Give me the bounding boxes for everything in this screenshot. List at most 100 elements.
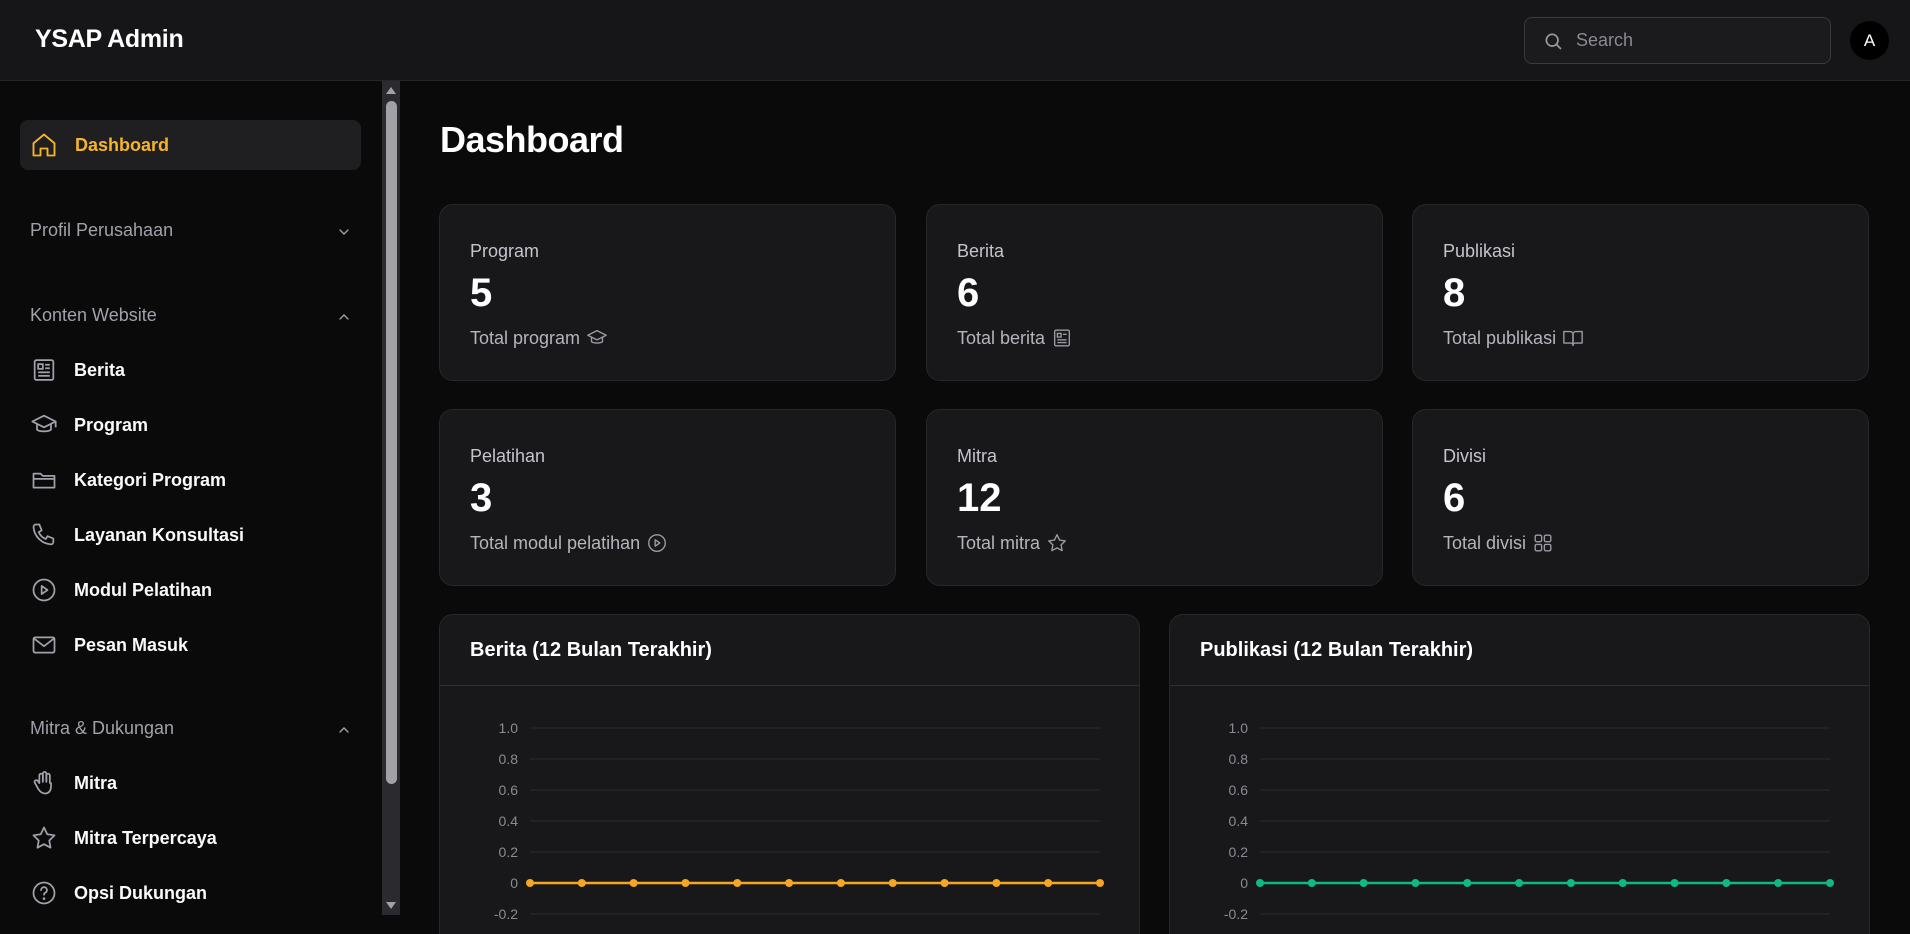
data-point[interactable]: [888, 879, 897, 887]
y-tick-label: 0.4: [1229, 813, 1249, 829]
sidebar-item-program[interactable]: Program: [30, 407, 350, 443]
data-point[interactable]: [1515, 879, 1524, 887]
chart-header: Berita (12 Bulan Terakhir): [440, 615, 1139, 686]
data-point[interactable]: [1256, 879, 1264, 887]
star-icon: [32, 826, 56, 849]
card-value: 12: [957, 476, 1002, 520]
sidebar-item-label: Berita: [74, 360, 126, 380]
sidebar-item-label: Mitra Terpercaya: [74, 828, 217, 848]
card-value: 6: [1443, 476, 1466, 520]
folder-icon: [32, 472, 56, 489]
phone-icon: [32, 523, 55, 546]
data-point[interactable]: [1774, 879, 1783, 887]
sidebar-item-pesan-masuk[interactable]: Pesan Masuk: [30, 627, 350, 663]
data-point[interactable]: [1566, 879, 1575, 887]
data-point[interactable]: [733, 879, 742, 887]
data-point[interactable]: [785, 879, 794, 887]
sidebar-item-label: Layanan Konsultasi: [74, 525, 245, 545]
data-point[interactable]: [629, 879, 638, 887]
data-point[interactable]: [681, 879, 690, 887]
mail-icon: [32, 636, 56, 654]
chart-title: Publikasi (12 Bulan Terakhir): [1200, 639, 1474, 661]
help-circle-icon: [32, 881, 56, 905]
publikasi-line-chart: 1.0 0.8 0.6 0.4 0.2 0 -0.2: [1224, 720, 1834, 922]
star-icon: [1048, 534, 1066, 552]
sidebar-group-mitra-dukungan[interactable]: Mitra & Dukungan: [30, 716, 350, 744]
sidebar-item-modul-pelatihan[interactable]: Modul Pelatihan: [30, 572, 350, 608]
data-point[interactable]: [992, 879, 1001, 887]
stat-card-berita: Berita 6 Total berita: [926, 204, 1383, 381]
data-point[interactable]: [1096, 879, 1104, 887]
chevron-up-icon: [339, 727, 349, 733]
sidebar-item-layanan-konsultasi[interactable]: Layanan Konsultasi: [30, 517, 350, 553]
data-point[interactable]: [526, 879, 534, 887]
card-subtitle: Total mitra: [957, 532, 1068, 554]
card-value: 3: [470, 476, 493, 520]
sidebar-scrollbar[interactable]: [382, 81, 400, 915]
stat-card-program: Program 5 Total program: [439, 204, 896, 381]
data-point[interactable]: [940, 879, 949, 887]
card-subtitle-text: Total divisi: [1443, 532, 1527, 553]
sidebar-group-profil-perusahaan[interactable]: Profil Perusahaan: [30, 218, 350, 246]
data-point[interactable]: [1463, 879, 1472, 887]
y-tick-label: 1.0: [1229, 720, 1249, 736]
search-box[interactable]: [1524, 17, 1831, 64]
data-point[interactable]: [836, 879, 845, 887]
card-subtitle-text: Total program: [470, 327, 581, 348]
avatar[interactable]: A: [1850, 21, 1889, 60]
data-point[interactable]: [1722, 879, 1731, 887]
scroll-down-arrow[interactable]: [386, 902, 396, 909]
card-subtitle: Total divisi: [1443, 532, 1554, 554]
sidebar-group-label: Profil Perusahaan: [30, 220, 174, 240]
data-point[interactable]: [1618, 879, 1627, 887]
sidebar-item-label: Kategori Program: [74, 470, 227, 490]
sidebar-item-kategori-program[interactable]: Kategori Program: [30, 462, 350, 498]
card-subtitle-text: Total berita: [957, 327, 1046, 348]
sidebar-item-dashboard[interactable]: Dashboard: [20, 120, 361, 170]
stat-card-divisi: Divisi 6 Total divisi: [1412, 409, 1869, 586]
newspaper-icon: [33, 359, 55, 381]
play-circle-icon: [32, 578, 56, 602]
sidebar-item-mitra-terpercaya[interactable]: Mitra Terpercaya: [30, 820, 350, 856]
sidebar-item-mitra[interactable]: Mitra: [30, 765, 350, 801]
sidebar-item-label: Modul Pelatihan: [74, 580, 213, 600]
stat-card-pelatihan: Pelatihan 3 Total modul pelatihan: [439, 409, 896, 586]
sidebar-item-label: Program: [74, 415, 149, 435]
sidebar-item-label: Dashboard: [75, 135, 170, 155]
card-value: 6: [957, 271, 980, 315]
data-point[interactable]: [1826, 879, 1834, 887]
sidebar-group-label: Konten Website: [30, 305, 157, 325]
sidebar-item-berita[interactable]: Berita: [30, 352, 350, 388]
data-point[interactable]: [577, 879, 586, 887]
scrollbar-thumb[interactable]: [386, 101, 397, 784]
y-tick-label: 0.8: [1229, 751, 1249, 767]
book-open-icon: [1563, 330, 1583, 347]
graduation-cap-icon: [31, 414, 57, 433]
data-point[interactable]: [1307, 879, 1316, 887]
sidebar-item-label: Opsi Dukungan: [74, 883, 208, 903]
card-title: Mitra: [957, 446, 997, 466]
card-value: 8: [1443, 271, 1466, 315]
grid-icon: [1534, 534, 1552, 552]
card-title: Publikasi: [1443, 241, 1516, 261]
card-value: 5: [470, 271, 493, 315]
sidebar-item-opsi-dukungan[interactable]: Opsi Dukungan: [30, 875, 350, 911]
scroll-up-arrow[interactable]: [386, 87, 396, 94]
card-subtitle: Total publikasi: [1443, 327, 1584, 349]
graduation-cap-icon: [587, 329, 607, 344]
card-subtitle-text: Total modul pelatihan: [470, 532, 641, 553]
play-circle-icon: [648, 534, 667, 552]
data-point[interactable]: [1411, 879, 1420, 887]
stat-card-mitra: Mitra 12 Total mitra: [926, 409, 1383, 586]
data-point[interactable]: [1359, 879, 1368, 887]
search-input[interactable]: [1576, 18, 1816, 63]
berita-line-chart: 1.0 0.8 0.6 0.4 0.2 0 -0.2: [494, 720, 1104, 922]
y-tick-label: 0: [510, 875, 518, 891]
data-point[interactable]: [1044, 879, 1053, 887]
card-subtitle-text: Total mitra: [957, 532, 1041, 553]
data-point[interactable]: [1670, 879, 1679, 887]
sidebar-group-konten-website[interactable]: Konten Website: [30, 303, 350, 331]
stat-card-publikasi: Publikasi 8 Total publikasi: [1412, 204, 1869, 381]
card-title: Berita: [957, 241, 1005, 261]
card-subtitle: Total modul pelatihan: [470, 532, 668, 554]
